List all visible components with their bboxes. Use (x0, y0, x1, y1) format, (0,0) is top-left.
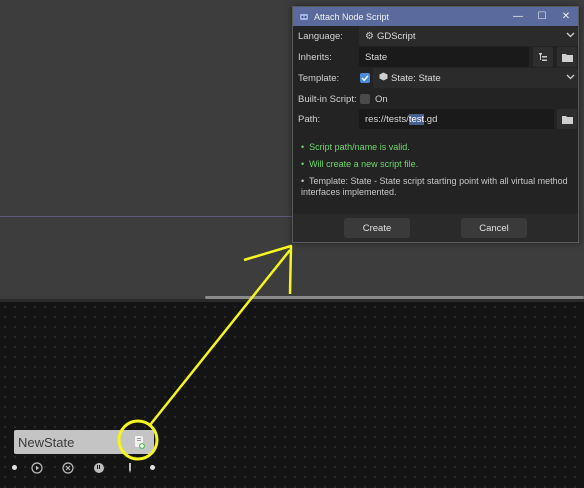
state-node-title: NewState (18, 434, 75, 450)
path-input[interactable]: res://tests/test .gd (359, 109, 554, 129)
node-toolbar (10, 461, 160, 475)
language-value: GDScript (376, 30, 416, 42)
class-tree-icon[interactable] (533, 47, 553, 67)
builtin-label: Built-in Script: (298, 93, 357, 105)
validation-messages: • Script path/name is valid. • Will crea… (301, 142, 571, 204)
viewport-guide-line (0, 216, 292, 217)
folder-icon[interactable] (557, 109, 577, 129)
dialog-titlebar[interactable]: Attach Node Script — ☐ ✕ (293, 7, 578, 26)
message-item: • Will create a new script file. (301, 159, 419, 169)
script-icon[interactable] (131, 434, 147, 450)
folder-icon[interactable] (557, 47, 577, 67)
inherits-input[interactable]: State (359, 47, 529, 67)
dialog-footer: Create Cancel (293, 214, 578, 242)
builtin-on-label: On (375, 93, 388, 105)
left-port-dot[interactable] (12, 465, 17, 470)
template-dropdown[interactable]: State: State (373, 68, 578, 88)
state-node[interactable]: NewState (14, 430, 154, 454)
chevron-down-icon (566, 72, 575, 84)
node-icon (379, 72, 388, 84)
path-selected-text: test (408, 113, 425, 125)
template-value: State: State (391, 72, 441, 84)
attach-script-dialog: Attach Node Script — ☐ ✕ Language: ⚙ GDS… (292, 6, 579, 243)
right-port-dot[interactable] (150, 465, 155, 470)
builtin-checkbox[interactable] (360, 94, 370, 104)
maximize-icon[interactable]: ☐ (530, 7, 554, 26)
chevron-down-icon (566, 30, 575, 42)
path-label: Path: (298, 113, 321, 125)
play-icon[interactable] (30, 461, 44, 475)
message-item: • Script path/name is valid. (301, 142, 410, 152)
template-checkbox[interactable] (360, 73, 370, 83)
path-prefix: res://tests/ (365, 113, 409, 125)
language-dropdown[interactable]: ⚙ GDScript (359, 26, 578, 46)
dialog-title: Attach Node Script (314, 11, 390, 22)
gear-icon: ⚙ (365, 30, 374, 42)
grab-icon[interactable] (92, 461, 106, 475)
language-label: Language: (298, 30, 343, 42)
remove-icon[interactable] (61, 461, 75, 475)
path-suffix: .gd (424, 113, 438, 125)
template-label: Template: (298, 72, 340, 84)
message-item: • Template: State - State script startin… (301, 176, 568, 197)
close-icon[interactable]: ✕ (554, 7, 578, 26)
minimize-icon[interactable]: — (506, 7, 530, 26)
edit-icon[interactable] (123, 461, 137, 475)
cancel-button[interactable]: Cancel (461, 218, 527, 238)
inherits-label: Inherits: (298, 51, 332, 63)
create-button[interactable]: Create (344, 218, 410, 238)
godot-icon (300, 14, 308, 20)
